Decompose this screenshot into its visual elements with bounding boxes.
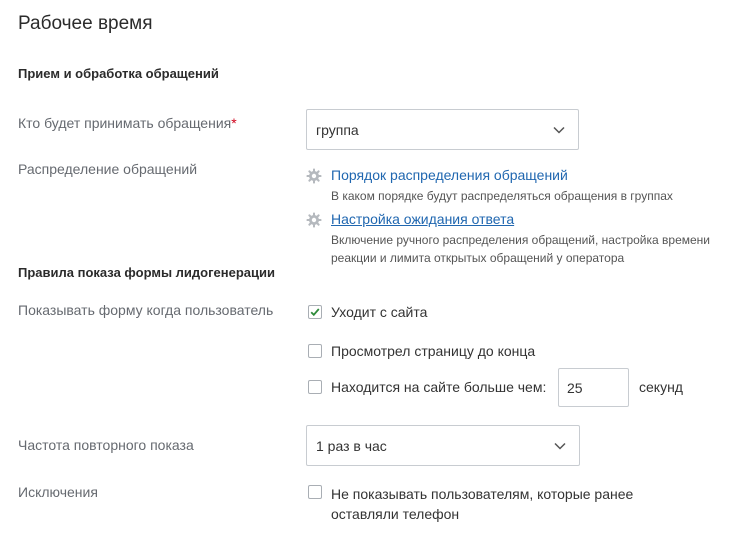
response-wait-hint: Включение ручного распределения обращени… <box>331 233 711 265</box>
section-leadgen-heading: Правила показа формы лидогенерации <box>18 265 275 280</box>
who-accepts-label-text: Кто будет принимать обращения <box>18 115 232 131</box>
gear-icon <box>306 168 322 184</box>
chevron-down-icon <box>553 126 565 134</box>
seconds-input[interactable] <box>558 368 629 407</box>
repeat-frequency-label: Частота повторного показа <box>18 437 194 453</box>
exclude-phone-checkbox[interactable] <box>308 485 322 499</box>
scrolled-to-end-checkbox[interactable] <box>308 344 322 358</box>
seconds-unit: секунд <box>639 379 683 395</box>
who-accepts-select[interactable]: группа <box>306 109 579 150</box>
time-on-site-checkbox[interactable] <box>308 380 322 394</box>
distribution-order-hint: В каком порядке будут распределяться обр… <box>331 189 673 203</box>
scrolled-to-end-label: Просмотрел страницу до конца <box>331 343 536 359</box>
leaves-site-label: Уходит с сайта <box>331 304 428 320</box>
leaves-site-checkbox[interactable] <box>308 305 322 319</box>
distribution-order-link[interactable]: Порядок распределения обращений <box>331 167 568 183</box>
page-title: Рабочее время <box>18 13 153 34</box>
who-accepts-label: Кто будет принимать обращения* <box>18 115 237 131</box>
distribution-label: Распределение обращений <box>18 161 198 177</box>
chevron-down-icon <box>554 442 566 450</box>
gear-icon <box>306 212 322 228</box>
checkmark-icon <box>310 308 320 317</box>
repeat-frequency-select[interactable]: 1 раз в час <box>306 425 580 466</box>
exclusions-label: Исключения <box>18 484 98 500</box>
section-handling-heading: Прием и обработка обращений <box>18 66 219 81</box>
required-mark: * <box>231 115 237 131</box>
exclude-phone-label: Не показывать пользователям, которые ран… <box>331 486 634 522</box>
time-on-site-label: Находится на сайте больше чем: <box>331 379 547 395</box>
show-form-label: Показывать форму когда пользователь <box>18 302 274 318</box>
who-accepts-value: группа <box>316 121 359 138</box>
response-wait-settings-link[interactable]: Настройка ожидания ответа <box>331 211 514 227</box>
repeat-frequency-value: 1 раз в час <box>316 437 387 454</box>
